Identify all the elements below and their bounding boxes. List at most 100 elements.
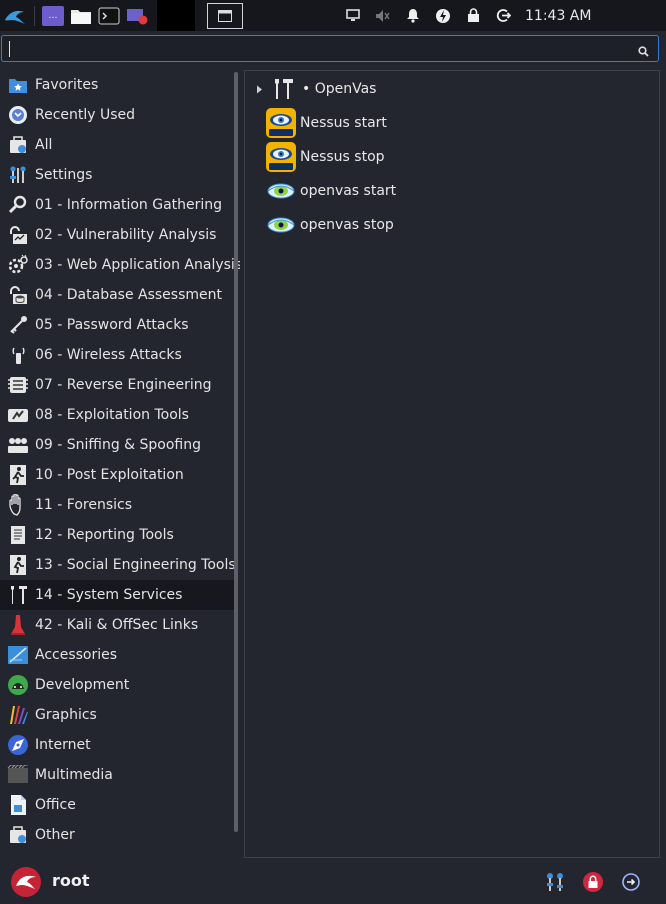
top-panel: … 11:43 AM [0,0,666,31]
app-folder-openvas[interactable]: • OpenVas [245,73,659,105]
category-favorites[interactable]: Favorites [0,70,238,100]
category-label: 11 - Forensics [35,497,132,513]
workspace-launcher[interactable]: … [42,5,64,26]
tools-icon [267,73,299,105]
category-08-exploitation-tools[interactable]: 08 - Exploitation Tools [0,400,238,430]
workspace-switcher[interactable] [157,0,195,31]
category-13-social-engineering-tools[interactable]: 13 - Social Engineering Tools [0,550,238,580]
reporting-icon [7,524,29,546]
social-engineering-icon [7,554,29,576]
category-label: Settings [35,167,93,183]
category-12-reporting-tools[interactable]: 12 - Reporting Tools [0,520,238,550]
category-11-forensics[interactable]: 11 - Forensics [0,490,238,520]
search-icon [638,42,649,61]
category-internet[interactable]: Internet [0,730,238,760]
category-09-sniffing-and-spoofing[interactable]: 09 - Sniffing & Spoofing [0,430,238,460]
category-label: 08 - Exploitation Tools [35,407,189,423]
display-icon[interactable] [343,6,363,26]
category-01-information-gathering[interactable]: 01 - Information Gathering [0,190,238,220]
log-out-button[interactable] [618,869,644,895]
category-settings[interactable]: Settings [0,160,238,190]
category-42-kali-and-offsec-links[interactable]: 42 - Kali & OffSec Links [0,610,238,640]
accessories-icon [7,644,29,666]
category-02-vulnerability-analysis[interactable]: 02 - Vulnerability Analysis [0,220,238,250]
terminal-launcher[interactable] [98,6,120,26]
multimedia-icon [7,764,29,786]
graphics-icon [7,704,29,726]
screen-recorder-launcher[interactable] [126,6,148,26]
nessus-icon [265,107,297,139]
category-label: Graphics [35,707,97,723]
category-label: 03 - Web Application Analysis [35,257,240,273]
category-all[interactable]: All [0,130,238,160]
nessus-icon [265,141,297,173]
user-avatar [10,866,42,898]
web-app-icon [7,254,29,276]
lock-screen-button[interactable] [580,869,606,895]
category-label: 42 - Kali & OffSec Links [35,617,199,633]
category-development[interactable]: Development [0,670,238,700]
search-box[interactable] [1,35,659,62]
app-nessus-stop[interactable]: Nessus stop [245,141,659,173]
category-label: 13 - Social Engineering Tools [35,557,236,573]
category-06-wireless-attacks[interactable]: 06 - Wireless Attacks [0,340,238,370]
app-openvas-start[interactable]: openvas start [245,175,659,207]
panel-clock[interactable]: 11:43 AM [525,8,591,24]
category-accessories[interactable]: Accessories [0,640,238,670]
category-scrollbar[interactable] [234,72,238,832]
category-label: Office [35,797,76,813]
power-manager-icon[interactable] [433,6,453,26]
app-openvas-stop[interactable]: openvas stop [245,209,659,241]
user-name: root [52,871,90,890]
text-caret [9,41,10,57]
kali-menu-button[interactable] [0,0,30,31]
internet-icon [7,734,29,756]
taskbar-window-button[interactable] [207,2,243,29]
forensics-icon [7,494,29,516]
volume-muted-icon[interactable] [373,6,393,26]
sniffing-icon [7,434,29,456]
wireless-icon [7,344,29,366]
app-nessus-start[interactable]: Nessus start [245,107,659,139]
expander-arrow-icon[interactable] [251,85,267,94]
category-14-system-services[interactable]: 14 - System Services [0,580,238,610]
category-multimedia[interactable]: Multimedia [0,760,238,790]
lock-screen-icon [583,872,603,892]
logout-icon[interactable] [493,6,513,26]
category-office[interactable]: Office [0,790,238,820]
settings-manager-button[interactable] [542,869,568,895]
category-recently-used[interactable]: Recently Used [0,100,238,130]
category-list: Favorites Recently Used All Settings 01 - In… [0,70,240,860]
favorites-icon [7,74,29,96]
category-03-web-application-analysis[interactable]: 03 - Web Application Analysis [0,250,240,280]
terminal-icon [98,7,120,24]
office-icon [7,794,29,816]
reverse-engineering-icon [7,374,29,396]
category-07-reverse-engineering[interactable]: 07 - Reverse Engineering [0,370,238,400]
category-other[interactable]: Other [0,820,238,850]
category-10-post-exploitation[interactable]: 10 - Post Exploitation [0,460,238,490]
search-input[interactable] [8,39,632,60]
magnifier-icon [7,194,29,216]
category-label: Favorites [35,77,99,93]
folder-icon [71,9,91,24]
category-04-database-assessment[interactable]: 04 - Database Assessment [0,280,238,310]
category-label: Development [35,677,130,693]
development-icon [7,674,29,696]
category-05-password-attacks[interactable]: 05 - Password Attacks [0,310,238,340]
file-manager-launcher[interactable] [70,6,92,26]
notifications-bell-icon[interactable] [403,6,423,26]
lock-icon[interactable] [463,6,483,26]
panel-separator [34,5,35,26]
category-graphics[interactable]: Graphics [0,700,238,730]
kali-dragon-icon [5,10,25,24]
category-label: 12 - Reporting Tools [35,527,174,543]
category-label: 01 - Information Gathering [35,197,223,213]
category-label: Accessories [35,647,118,663]
openvas-icon [265,209,297,241]
openvas-icon [265,175,297,207]
app-label: openvas stop [300,217,394,233]
category-label: 10 - Post Exploitation [35,467,184,483]
all-icon [7,134,29,156]
category-label: 14 - System Services [35,587,183,603]
